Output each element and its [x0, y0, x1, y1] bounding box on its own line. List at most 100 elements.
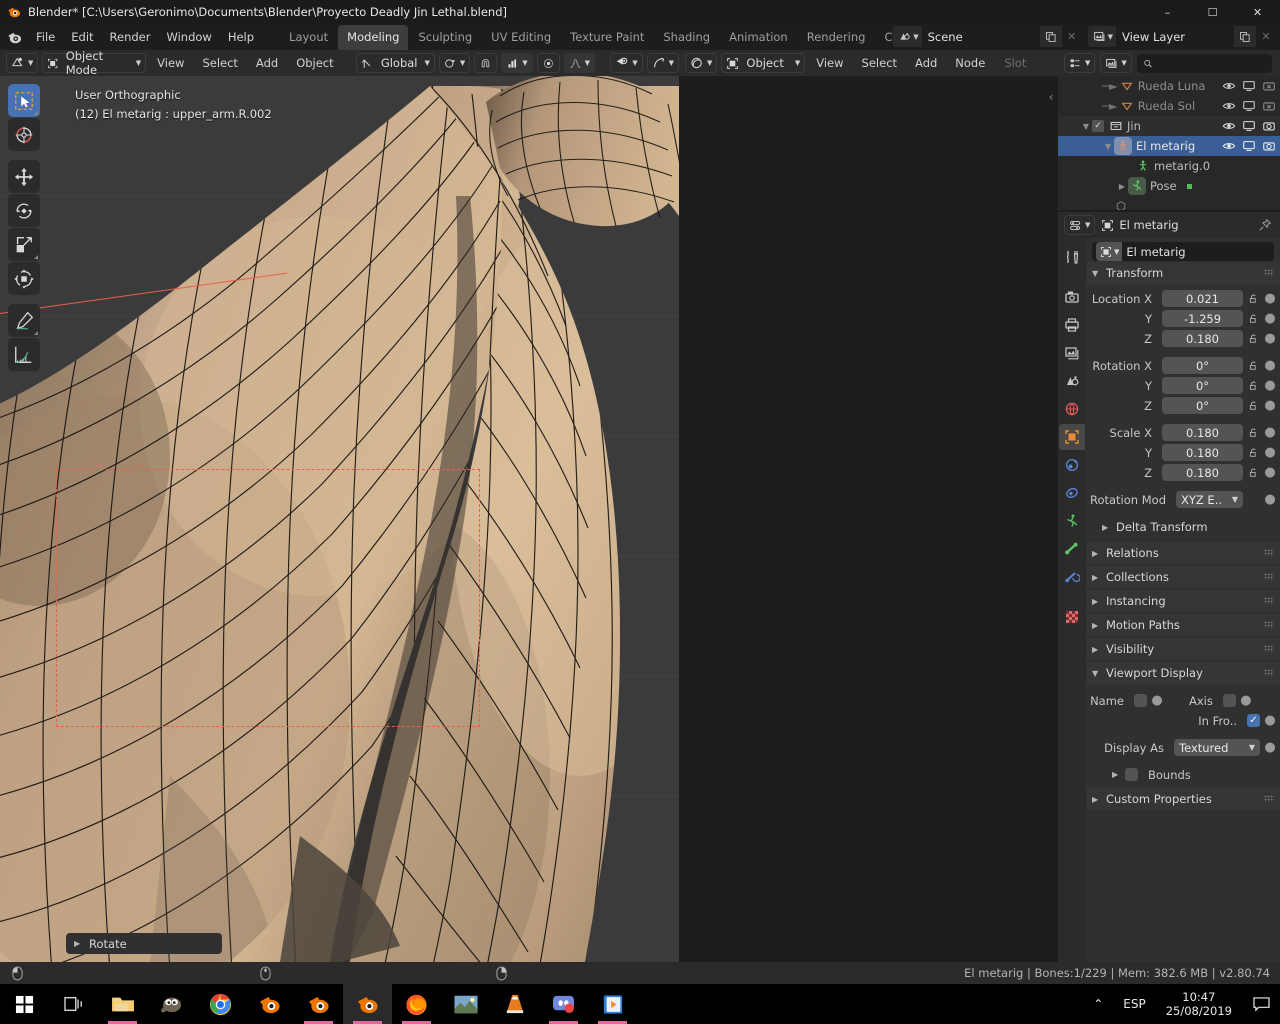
menu-help[interactable]: Help — [220, 27, 262, 47]
outliner-row-partial[interactable]: ⬡ — [1058, 196, 1280, 210]
lock-icon[interactable] — [1247, 400, 1260, 411]
animate-dot-icon[interactable]: ● — [1264, 492, 1276, 507]
panel-instancing[interactable]: ▶ Instancing — [1086, 590, 1280, 612]
output-tab[interactable] — [1059, 312, 1085, 338]
camera-icon[interactable] — [1262, 139, 1276, 153]
transform-tool[interactable] — [8, 262, 40, 295]
constraint-tab[interactable] — [1059, 564, 1085, 590]
pivot-point-selector[interactable]: ▼ — [438, 53, 471, 73]
tab-animation[interactable]: Animation — [720, 25, 797, 50]
screen-icon[interactable] — [1242, 139, 1256, 153]
minimize-button[interactable]: – — [1145, 0, 1190, 24]
outliner-row-rueda-sol[interactable]: ─► Rueda Sol — [1058, 96, 1280, 116]
media-player-button[interactable] — [588, 984, 637, 1024]
location-z-field[interactable]: 0.180 — [1162, 330, 1243, 347]
outliner-row-metarig-data[interactable]: metarig.0 — [1058, 156, 1280, 176]
animate-dot-icon[interactable]: ● — [1264, 713, 1276, 728]
snap-magnet-icon[interactable] — [474, 53, 498, 73]
panel-visibility[interactable]: ▶ Visibility — [1086, 638, 1280, 660]
name-checkbox[interactable] — [1134, 694, 1147, 707]
scale-x-field[interactable]: 0.180 — [1162, 424, 1243, 441]
photos-button[interactable] — [441, 984, 490, 1024]
menu-window[interactable]: Window — [158, 27, 219, 47]
animate-dot-icon[interactable]: ● — [1264, 445, 1276, 460]
eye-icon[interactable] — [1222, 79, 1236, 93]
screen-icon[interactable] — [1242, 119, 1256, 133]
cursor-tool[interactable] — [8, 118, 40, 151]
language-indicator[interactable]: ESP — [1113, 997, 1155, 1011]
disclosure-triangle-icon[interactable]: ▼ — [1102, 142, 1114, 151]
animate-dot-icon[interactable]: ● — [1264, 740, 1276, 755]
disclosure-triangle-icon[interactable]: ▶ — [1116, 182, 1128, 191]
panel-relations[interactable]: ▶ Relations — [1086, 542, 1280, 564]
particles-tab[interactable] — [1059, 480, 1085, 506]
file-explorer-button[interactable] — [98, 984, 147, 1024]
outliner-row-jin[interactable]: ▼ ✓ Jin — [1058, 116, 1280, 136]
camera-icon[interactable] — [1262, 119, 1276, 133]
view-layer-icon[interactable]: ▼ — [1087, 26, 1116, 47]
viewport-3d-canvas[interactable] — [0, 76, 679, 962]
move-tool[interactable] — [8, 160, 40, 193]
camera-off-icon[interactable] — [1262, 99, 1276, 113]
viewport-menu-view[interactable]: View — [150, 54, 191, 72]
object-name-field[interactable]: ▼ El metarig — [1092, 242, 1274, 261]
animate-dot-icon[interactable]: ● — [1264, 358, 1276, 373]
interaction-mode-selector[interactable]: Object Mode ▼ — [42, 50, 147, 77]
start-button[interactable] — [0, 984, 49, 1024]
scene-tab[interactable] — [1059, 368, 1085, 394]
animate-dot-icon[interactable]: ● — [1151, 693, 1163, 708]
annotate-tool[interactable] — [8, 304, 40, 337]
tab-shading[interactable]: Shading — [654, 25, 719, 50]
axis-checkbox[interactable] — [1222, 694, 1236, 707]
tab-rendering[interactable]: Rendering — [798, 25, 875, 50]
render-tab[interactable] — [1059, 284, 1085, 310]
lock-icon[interactable] — [1247, 293, 1260, 304]
lock-icon[interactable] — [1247, 380, 1260, 391]
scene-icon[interactable]: ▼ — [893, 26, 922, 47]
show-hidden-icons-chevron[interactable]: ⌃ — [1083, 997, 1113, 1011]
disclosure-triangle-icon[interactable]: ▼ — [1080, 122, 1092, 131]
scale-tool[interactable] — [8, 228, 40, 261]
bounds-checkbox[interactable] — [1125, 768, 1138, 781]
animate-dot-icon[interactable]: ● — [1264, 398, 1276, 413]
panel-custom-properties[interactable]: ▶ Custom Properties — [1086, 788, 1280, 810]
eye-icon[interactable] — [1222, 99, 1236, 113]
menu-edit[interactable]: Edit — [63, 27, 101, 47]
editor-type-icon[interactable]: ▼ — [6, 53, 39, 73]
collection-checkbox[interactable]: ✓ — [1092, 120, 1104, 132]
viewport-menu-select[interactable]: Select — [195, 54, 244, 72]
gimp-button[interactable] — [147, 984, 196, 1024]
outliner-row-rueda-luna[interactable]: ─► Rueda Luna — [1058, 76, 1280, 96]
outliner-search-input[interactable] — [1157, 56, 1272, 70]
tool-tab[interactable] — [1059, 244, 1085, 270]
tab-sculpting[interactable]: Sculpting — [409, 25, 481, 50]
chevron-right-icon[interactable]: ▶ — [1112, 770, 1121, 779]
display-as-dropdown[interactable]: Textured ▼ — [1174, 739, 1260, 756]
new-view-layer-button[interactable] — [1234, 26, 1256, 47]
rotation-mode-dropdown[interactable]: XYZ E.. ▼ — [1176, 491, 1243, 508]
rotation-y-field[interactable]: 0° — [1162, 377, 1243, 394]
world-tab[interactable] — [1059, 396, 1085, 422]
proportional-edit-icon[interactable] — [536, 53, 560, 73]
tab-texture-paint[interactable]: Texture Paint — [561, 25, 653, 50]
outliner-display-icon[interactable]: ▼ — [1064, 53, 1096, 73]
lock-icon[interactable] — [1247, 333, 1260, 344]
discord-button[interactable] — [539, 984, 588, 1024]
location-y-field[interactable]: -1.259 — [1162, 310, 1243, 327]
shader-editor-type-icon[interactable]: ▼ — [685, 53, 718, 73]
tab-uv-editing[interactable]: UV Editing — [482, 25, 560, 50]
visibility-icon[interactable]: ▼ — [610, 53, 643, 73]
maximize-button[interactable]: ☐ — [1190, 0, 1235, 24]
vlc-button[interactable] — [490, 984, 539, 1024]
texture-tab[interactable] — [1059, 604, 1085, 630]
eye-icon[interactable] — [1222, 119, 1236, 133]
lock-icon[interactable] — [1247, 313, 1260, 324]
panel-collections[interactable]: ▶ Collections — [1086, 566, 1280, 588]
animate-dot-icon[interactable]: ● — [1264, 311, 1276, 326]
falloff-type-selector[interactable]: ▼ — [563, 53, 596, 73]
blender-button-2[interactable] — [294, 984, 343, 1024]
blender-button-1[interactable] — [245, 984, 294, 1024]
object-icon[interactable]: ▼ — [1096, 242, 1123, 261]
unlink-scene-icon[interactable]: ✕ — [1062, 26, 1082, 47]
task-view-button[interactable] — [49, 984, 98, 1024]
